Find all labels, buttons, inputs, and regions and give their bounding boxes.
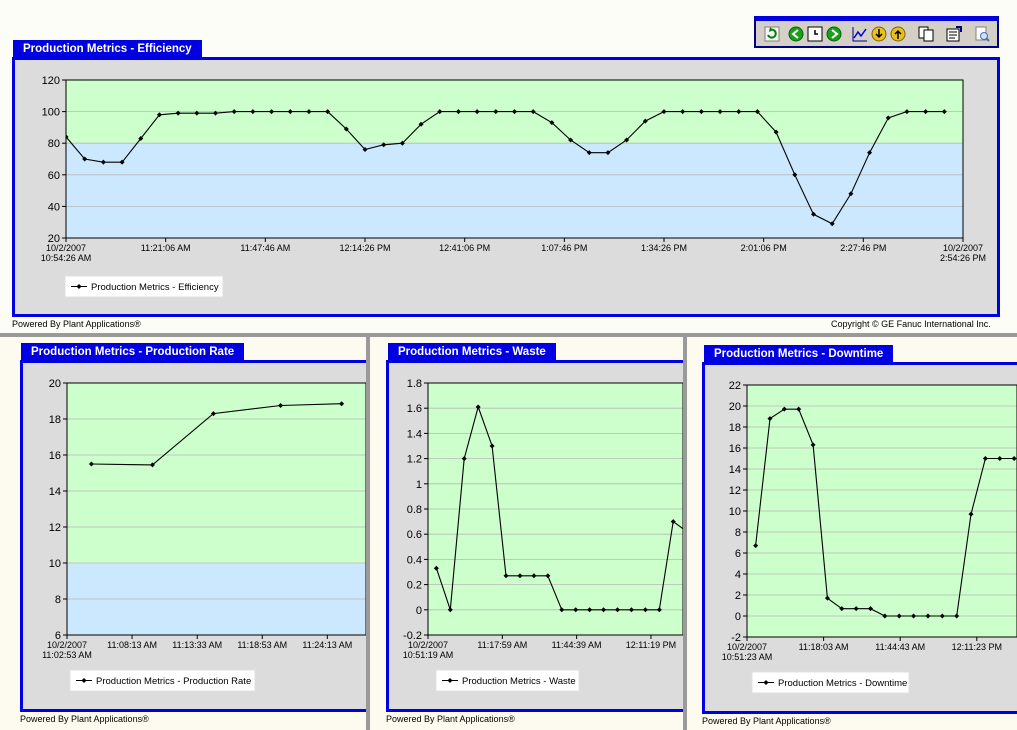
waste-chart: -0.200.20.40.60.811.21.41.61.810/2/20071…: [403, 378, 684, 692]
powered-by-label: Powered By Plant Applications®: [702, 716, 831, 726]
y-tick-label: 4: [735, 569, 741, 581]
legend-label: Production Metrics - Downtime: [778, 678, 907, 689]
production-rate-chart: 6810121416182010/2/200711:02:53 AM11:08:…: [42, 378, 367, 692]
y-tick-label: 10: [729, 506, 741, 518]
y-tick-label: 18: [49, 414, 61, 426]
upload-icon[interactable]: [890, 26, 906, 42]
x-tick-label: 11:21:06 AM: [141, 243, 191, 253]
chart-toolbar: [754, 16, 999, 48]
x-tick-label: 12:14:26 PM: [339, 243, 390, 253]
x-tick-label: 2:27:46 PM: [840, 243, 886, 253]
copyright-label: Copyright © GE Fanuc International Inc.: [831, 319, 991, 329]
y-tick-label: 8: [735, 527, 741, 539]
downtime-chart: -2024681012141618202210/2/200710:51:23 A…: [722, 380, 1017, 694]
y-tick-label: 10: [49, 558, 61, 570]
y-tick-label: 2: [735, 590, 741, 602]
x-tick-label: 10/2/2007: [408, 640, 448, 650]
y-tick-label: 1.2: [407, 454, 422, 466]
y-tick-label: 40: [48, 201, 60, 213]
x-tick-label: 12:11:19 PM: [626, 640, 676, 650]
y-tick-label: 12: [729, 485, 741, 497]
chart-tab-downtime[interactable]: Production Metrics - Downtime: [704, 345, 894, 363]
y-tick-label: 16: [49, 450, 61, 462]
chart-frame-waste: -0.2 0 0.2 0.4 0.6 0.8 1 1.2 1.4 1.6 1.8 10/2/2007 1…: [386, 360, 684, 712]
y-tick-label: 1: [416, 479, 422, 491]
y-tick-label: 0.8: [407, 504, 422, 516]
y-tick-label: 0.6: [407, 529, 422, 541]
chart-frame-production-rate: 6 8 10 12 14 16 18 20 10/2/2007 11:02:53 AM 11:08:…: [20, 360, 367, 712]
chart-frame-efficiency: 20 40 60 80 100 120 10/2/2007 10:54:26 AM 11:21:…: [12, 57, 1000, 317]
x-tick-label: 11:17:59 AM: [477, 640, 527, 650]
y-tick-label: 1.6: [407, 403, 422, 415]
chart-tab-efficiency[interactable]: Production Metrics - Efficiency: [13, 40, 202, 58]
x-tick-label: 11:13:33 AM: [172, 640, 222, 650]
y-tick-label: 0.2: [407, 580, 422, 592]
y-tick-label: 100: [42, 107, 60, 119]
y-tick-label: 16: [729, 443, 741, 455]
x-tick-label: 11:44:43 AM: [875, 642, 925, 652]
x-tick-label: 10:51:19 AM: [403, 650, 454, 660]
x-tick-label: 10:51:23 AM: [722, 652, 773, 662]
efficiency-chart: 2040608010012010/2/200710:54:26 AM11:21:…: [41, 75, 986, 298]
x-tick-label: 12:11:23 PM: [952, 642, 1002, 652]
forward-arrow-icon[interactable]: [826, 26, 842, 42]
print-preview-icon[interactable]: [974, 26, 990, 42]
x-tick-label: 10/2/2007: [47, 640, 87, 650]
legend-label: Production Metrics - Production Rate: [96, 676, 251, 687]
y-tick-label: 1.4: [407, 428, 422, 440]
powered-by-label: Powered By Plant Applications®: [386, 714, 515, 724]
x-tick-label: 2:01:06 PM: [741, 243, 787, 253]
refresh-icon[interactable]: [764, 26, 780, 42]
x-tick-label: 10/2/2007: [727, 642, 767, 652]
x-tick-label: 11:47:46 AM: [240, 243, 290, 253]
y-tick-label: 1.8: [407, 378, 422, 390]
plot-band: [66, 143, 963, 238]
y-tick-label: 12: [49, 522, 61, 534]
x-tick-label: 11:18:53 AM: [237, 640, 287, 650]
y-tick-label: 22: [729, 380, 741, 392]
copy-icon[interactable]: [918, 26, 934, 42]
y-tick-label: 0.4: [407, 554, 422, 566]
chart-frame-downtime: -2 0 2 4 6 8 10 12 14 16 18 20 22 10/2/2007 10:51:23 A…: [702, 362, 1017, 714]
y-tick-label: 6: [735, 548, 741, 560]
y-tick-label: 20: [729, 401, 741, 413]
x-tick-label: 12:41:06 PM: [439, 243, 490, 253]
powered-by-label: Powered By Plant Applications®: [12, 319, 141, 329]
x-tick-label: 1:07:46 PM: [541, 243, 587, 253]
y-tick-label: 0: [416, 605, 422, 617]
download-icon[interactable]: [871, 26, 887, 42]
y-tick-label: 18: [729, 422, 741, 434]
plot-band: [67, 383, 366, 563]
y-tick-label: 20: [49, 378, 61, 390]
legend-label: Production Metrics - Efficiency: [91, 282, 219, 293]
y-tick-label: 80: [48, 138, 60, 150]
chart-tab-production-rate[interactable]: Production Metrics - Production Rate: [21, 343, 245, 361]
x-tick-label: 11:44:39 AM: [552, 640, 602, 650]
x-tick-label: 2:54:26 PM: [940, 253, 986, 263]
back-arrow-icon[interactable]: [788, 26, 804, 42]
x-tick-label: 11:08:13 AM: [107, 640, 157, 650]
y-tick-label: 60: [48, 170, 60, 182]
x-tick-label: 10:54:26 AM: [41, 253, 92, 263]
x-tick-label: 11:02:53 AM: [42, 650, 92, 660]
legend-label: Production Metrics - Waste: [462, 676, 576, 687]
x-tick-label: 11:24:13 AM: [302, 640, 352, 650]
y-tick-label: 0: [735, 611, 741, 623]
trend-icon[interactable]: [852, 26, 868, 42]
x-tick-label: 11:18:03 AM: [799, 642, 849, 652]
clock-icon[interactable]: [807, 26, 823, 42]
y-tick-label: 8: [55, 594, 61, 606]
y-tick-label: 14: [49, 486, 61, 498]
powered-by-label: Powered By Plant Applications®: [20, 714, 149, 724]
x-tick-label: 1:34:26 PM: [641, 243, 687, 253]
x-tick-label: 10/2/2007: [943, 243, 983, 253]
chart-tab-waste[interactable]: Production Metrics - Waste: [388, 343, 556, 361]
y-tick-label: 14: [729, 464, 741, 476]
properties-icon[interactable]: [946, 26, 962, 42]
x-tick-label: 10/2/2007: [46, 243, 86, 253]
y-tick-label: 120: [42, 75, 60, 87]
